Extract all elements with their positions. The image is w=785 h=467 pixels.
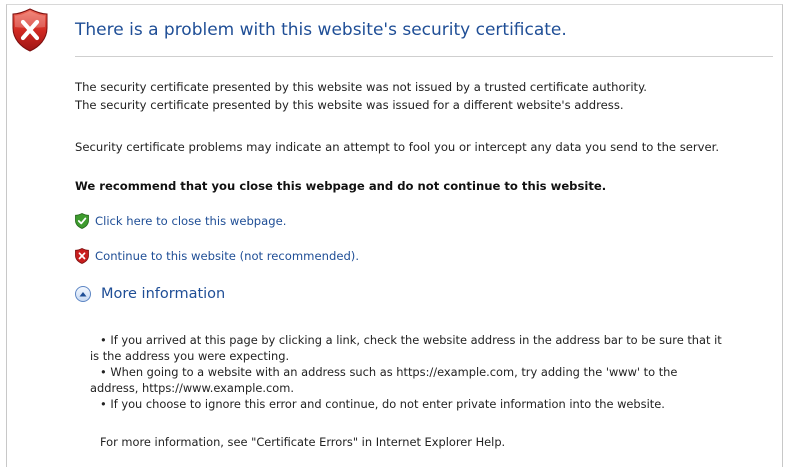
list-item: • If you choose to ignore this error and… bbox=[100, 397, 665, 411]
continue-website-row[interactable]: Continue to this website (not recommende… bbox=[75, 248, 359, 264]
recommendation-text: We recommend that you close this webpage… bbox=[75, 179, 607, 193]
more-information-toggle[interactable]: More information bbox=[75, 286, 225, 302]
error-shield-icon bbox=[12, 8, 48, 52]
list-item-continuation: is the address you were expecting. bbox=[90, 349, 290, 363]
red-x-shield-icon bbox=[75, 248, 89, 264]
detail-address-mismatch: The security certificate presented by th… bbox=[75, 98, 624, 112]
more-information-list: • If you arrived at this page by clickin… bbox=[90, 332, 785, 412]
certificate-details: The security certificate presented by th… bbox=[75, 78, 647, 114]
list-item-continuation: address, https://www.example.com. bbox=[90, 381, 294, 395]
continue-website-link[interactable]: Continue to this website (not recommende… bbox=[95, 249, 359, 263]
expand-toggle-icon[interactable] bbox=[75, 286, 91, 302]
detail-untrusted-authority: The security certificate presented by th… bbox=[75, 80, 647, 94]
close-webpage-link[interactable]: Click here to close this webpage. bbox=[95, 214, 286, 228]
help-footer-text: For more information, see "Certificate E… bbox=[100, 435, 506, 449]
green-check-shield-icon bbox=[75, 213, 89, 229]
page-title: There is a problem with this website's s… bbox=[75, 20, 567, 40]
close-webpage-row[interactable]: Click here to close this webpage. bbox=[75, 213, 286, 229]
list-item: • If you arrived at this page by clickin… bbox=[100, 333, 722, 347]
title-divider bbox=[75, 56, 773, 57]
chevron-up-icon bbox=[79, 292, 87, 297]
security-warning-text: Security certificate problems may indica… bbox=[75, 140, 720, 154]
more-information-label: More information bbox=[101, 286, 226, 302]
list-item: • When going to a website with an addres… bbox=[100, 365, 678, 379]
